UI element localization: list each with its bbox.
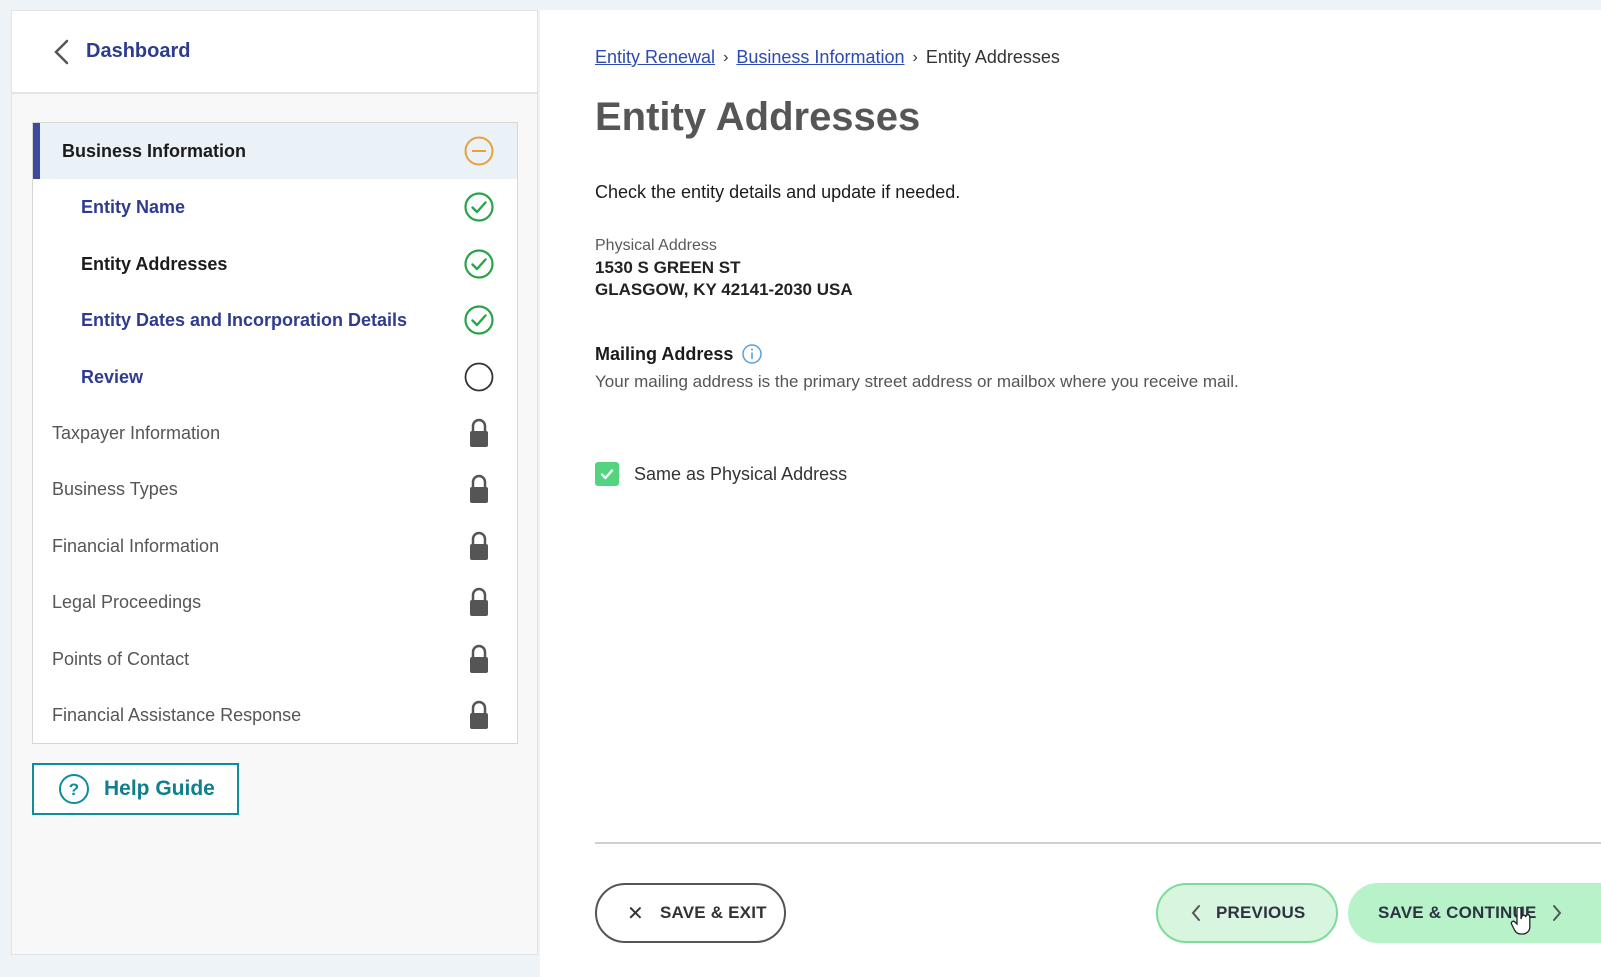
progress-nav: Business Information Entity Name Entity …: [32, 122, 518, 744]
previous-label: PREVIOUS: [1216, 903, 1306, 922]
check-circle-icon: [463, 248, 495, 280]
nav-item-label: Points of Contact: [52, 648, 190, 669]
nav-section-business-information[interactable]: Business Information: [33, 123, 517, 179]
nav-item-label: Entity Dates and Incorporation Details: [81, 309, 408, 330]
nav-item-entity-addresses[interactable]: Entity Addresses: [33, 236, 517, 292]
physical-address-label: Physical Address: [595, 237, 717, 254]
chevron-left-icon: [1191, 905, 1200, 921]
close-icon: ✕: [627, 902, 644, 925]
breadcrumb-link-entity-renewal[interactable]: Entity Renewal: [595, 47, 715, 68]
nav-item-label: Business Types: [52, 478, 178, 499]
breadcrumb-link-business-information[interactable]: Business Information: [736, 47, 904, 68]
page-intro: Check the entity details and update if n…: [595, 182, 961, 202]
nav-section-label: Business Information: [62, 140, 247, 161]
hand-pointer-icon: [1510, 907, 1531, 935]
nav-item-business-types: Business Types: [33, 461, 517, 517]
breadcrumb-separator: ›: [912, 48, 918, 66]
previous-button[interactable]: PREVIOUS: [1156, 883, 1338, 943]
help-guide-label: Help Guide: [104, 777, 215, 800]
nav-item-label: Legal Proceedings: [52, 591, 202, 612]
nav-item-label: Taxpayer Information: [52, 422, 221, 443]
same-as-physical-row: Same as Physical Address: [595, 462, 847, 486]
nav-item-label: Entity Name: [81, 196, 186, 217]
save-continue-button[interactable]: SAVE & CONTINUE: [1348, 883, 1601, 943]
physical-address-line2: GLASGOW, KY 42141-2030 USA: [595, 280, 853, 299]
mailing-address-label: Mailing Address: [595, 343, 734, 364]
nav-item-label: Financial Assistance Response: [52, 704, 302, 725]
chevron-left-icon: [54, 39, 69, 64]
question-circle-icon: ?: [59, 774, 89, 804]
nav-item-label: Financial Information: [52, 535, 220, 556]
nav-item-taxpayer-information: Taxpayer Information: [33, 405, 517, 461]
svg-text:?: ?: [69, 780, 79, 799]
dashboard-link[interactable]: Dashboard: [12, 11, 537, 94]
breadcrumb-separator: ›: [723, 48, 729, 66]
nav-item-label: Entity Addresses: [81, 253, 228, 274]
breadcrumb: Entity Renewal › Business Information › …: [595, 47, 1060, 68]
breadcrumb-current: Entity Addresses: [925, 47, 1060, 67]
check-circle-icon: [463, 191, 495, 223]
save-exit-label: SAVE & EXIT: [659, 903, 767, 922]
check-circle-icon: [463, 304, 495, 336]
main-content: Entity Renewal › Business Information › …: [540, 10, 1601, 977]
mailing-address-heading: Mailing Address: [595, 343, 763, 365]
in-progress-icon: [463, 135, 495, 167]
lock-icon: [463, 530, 495, 562]
nav-item-review[interactable]: Review: [33, 349, 517, 405]
same-as-physical-label[interactable]: Same as Physical Address: [634, 464, 847, 485]
chevron-right-icon: [1552, 905, 1561, 921]
dashboard-label: Dashboard: [86, 40, 191, 62]
nav-item-label: Review: [81, 366, 144, 387]
info-icon[interactable]: [741, 343, 763, 365]
lock-icon: [463, 643, 495, 675]
mailing-address-description: Your mailing address is the primary stre…: [595, 372, 1239, 391]
lock-icon: [463, 586, 495, 618]
physical-address-line1: 1530 S GREEN ST: [595, 258, 741, 277]
footer-divider: [595, 842, 1601, 844]
lock-icon: [463, 473, 495, 505]
empty-circle-icon: [463, 361, 495, 393]
nav-item-entity-name[interactable]: Entity Name: [33, 179, 517, 235]
nav-item-entity-dates[interactable]: Entity Dates and Incorporation Details: [33, 292, 517, 348]
nav-item-financial-assistance-response: Financial Assistance Response: [33, 687, 517, 743]
page-title: Entity Addresses: [595, 95, 921, 139]
save-exit-button[interactable]: ✕ SAVE & EXIT: [595, 883, 786, 943]
nav-item-points-of-contact: Points of Contact: [33, 631, 517, 687]
sidebar: Dashboard Business Information Entity Na…: [11, 10, 538, 955]
checkmark-icon: [600, 469, 614, 480]
nav-item-legal-proceedings: Legal Proceedings: [33, 574, 517, 630]
help-guide-button[interactable]: ? Help Guide: [32, 763, 239, 815]
same-as-physical-checkbox[interactable]: [595, 462, 619, 486]
nav-item-financial-information: Financial Information: [33, 518, 517, 574]
lock-icon: [463, 417, 495, 449]
lock-icon: [463, 699, 495, 731]
